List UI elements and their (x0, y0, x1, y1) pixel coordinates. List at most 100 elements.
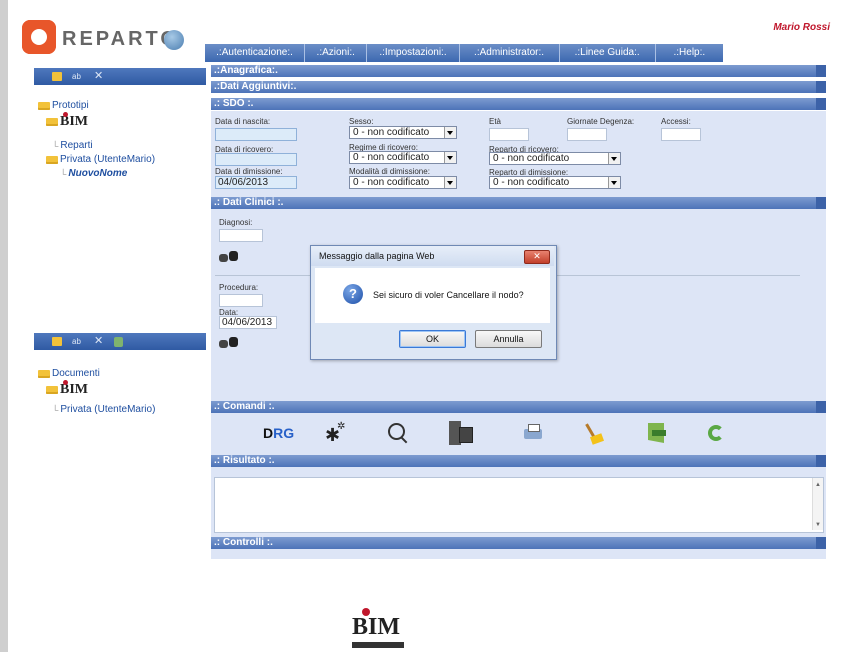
label-eta: Età (489, 117, 502, 126)
tree-node-bim[interactable]: BIM (46, 380, 88, 398)
tree-label: Privata (UtenteMario) (60, 154, 156, 165)
tree-node-privata[interactable]: └ Privata (UtenteMario) (52, 404, 155, 415)
folder-icon (46, 386, 58, 394)
search-icon[interactable] (386, 421, 410, 445)
giornate-field[interactable] (567, 128, 607, 141)
data-nascita-field[interactable] (215, 128, 297, 141)
folder-icon (38, 369, 50, 378)
delete-icon[interactable]: ✕ (94, 336, 104, 347)
tree-connector: └ (52, 140, 59, 151)
delete-icon[interactable]: ✕ (94, 71, 104, 82)
footer-logo-text: BIM (352, 614, 400, 640)
data-ricovero-field[interactable] (215, 153, 297, 166)
modalita-select[interactable]: 0 - non codificato (349, 176, 457, 189)
chevron-down-icon (608, 177, 620, 188)
tree-node-nuovonome[interactable]: └ NuovoNome (60, 168, 127, 179)
confirm-dialog: Messaggio dalla pagina Web ✕ ? Sei sicur… (310, 245, 557, 360)
menu-administrator[interactable]: .:Administrator:. (460, 44, 560, 62)
drg-icon[interactable]: DRG (263, 421, 294, 445)
section-dati-clinici[interactable]: .: Dati Clinici :. (211, 197, 826, 209)
section-risultato[interactable]: .: Risultato :. (211, 455, 826, 467)
dialog-body: ? Sei sicuro di voler Cancellare il nodo… (315, 268, 550, 323)
comandi-panel: DRG (211, 413, 826, 455)
section-comandi[interactable]: .: Comandi :. (211, 401, 826, 413)
database-icon[interactable] (449, 421, 473, 445)
question-icon: ? (343, 284, 363, 304)
tree-node-prototipi[interactable]: Prototipi (38, 100, 89, 111)
tree-node-bim[interactable]: BIM (46, 112, 88, 130)
tree-node-documenti[interactable]: Documenti (38, 368, 100, 379)
chevron-down-icon (444, 177, 456, 188)
dialog-message: Sei sicuro di voler Cancellare il nodo? (373, 290, 524, 300)
close-icon[interactable]: ✕ (524, 250, 550, 264)
tree-label: Privata (UtenteMario) (60, 404, 156, 415)
label-accessi: Accessi: (661, 117, 691, 126)
reparto-dimissione-select[interactable]: 0 - non codificato (489, 176, 621, 189)
risultato-panel: ▲ ▼ (211, 467, 826, 537)
globe-icon (164, 30, 184, 50)
sesso-select[interactable]: 0 - non codificato (349, 126, 457, 139)
user-name[interactable]: Mario Rossi (773, 22, 830, 33)
footer-bim-logo: BIM (352, 608, 412, 648)
menu-linee-guida[interactable]: .:Linee Guida:. (560, 44, 656, 62)
cancel-button[interactable]: Annulla (475, 330, 542, 348)
ok-button[interactable]: OK (399, 330, 466, 348)
folder-icon[interactable] (52, 72, 62, 81)
menu-autenticazione[interactable]: .:Autenticazione:. (205, 44, 306, 62)
procedura-field[interactable] (219, 294, 263, 307)
tree-label: Reparti (60, 140, 93, 151)
scroll-up-icon[interactable]: ▲ (815, 482, 821, 488)
gear-icon[interactable] (325, 421, 349, 446)
tree-node-privata[interactable]: Privata (UtenteMario) (46, 154, 155, 165)
logo-mark (22, 20, 56, 54)
exit-icon[interactable] (646, 421, 670, 445)
label-data-nascita: Data di nascita: (215, 117, 271, 126)
chevron-down-icon (608, 153, 620, 164)
label-diagnosi: Diagnosi: (219, 218, 253, 227)
section-sdo[interactable]: .: SDO :. (211, 98, 826, 110)
broom-icon[interactable] (583, 421, 607, 445)
eta-field[interactable] (489, 128, 529, 141)
regime-select[interactable]: 0 - non codificato (349, 151, 457, 164)
print-icon[interactable] (521, 421, 545, 445)
tree-icon[interactable] (114, 336, 123, 347)
binoculars-icon[interactable] (219, 251, 241, 263)
sdo-panel: Data di nascita: Sesso: 0 - non codifica… (211, 111, 826, 197)
tree-connector: └ (60, 168, 67, 179)
tree-node-reparti[interactable]: └ Reparti (52, 140, 93, 151)
folder-icon (46, 155, 58, 164)
menu-impostazioni[interactable]: .:Impostazioni:. (367, 44, 460, 62)
dialog-title: Messaggio dalla pagina Web (311, 246, 554, 266)
scroll-down-icon[interactable]: ▼ (815, 522, 821, 528)
data-field[interactable]: 04/06/2013 (219, 316, 277, 329)
result-textarea[interactable]: ▲ ▼ (214, 477, 824, 533)
section-anagrafica[interactable]: .:Anagrafica:. (211, 65, 826, 77)
rename-icon[interactable]: ab (72, 72, 84, 81)
section-dati-aggiuntivi[interactable]: .:Dati Aggiuntivi:. (211, 81, 826, 93)
tree-connector: └ (52, 404, 59, 415)
reparto-ricovero-select[interactable]: 0 - non codificato (489, 152, 621, 165)
data-dimissione-field[interactable]: 04/06/2013 (215, 176, 297, 189)
binoculars-icon[interactable] (219, 337, 241, 349)
folder-icon[interactable] (52, 337, 62, 346)
accessi-field[interactable] (661, 128, 701, 141)
refresh-icon[interactable] (705, 421, 729, 445)
diagnosi-field[interactable] (219, 229, 263, 242)
chevron-down-icon (444, 127, 456, 138)
logo-text: REPARTO (62, 28, 179, 50)
tree-toolbar-2: ab ✕ (34, 333, 206, 350)
menu-azioni[interactable]: .:Azioni:. (305, 44, 368, 62)
label-giornate: Giornate Degenza: (567, 117, 635, 126)
tree-label: Documenti (52, 368, 100, 379)
menu-help[interactable]: .:Help:. (656, 44, 723, 62)
section-controlli[interactable]: .: Controlli :. (211, 537, 826, 549)
scrollbar[interactable]: ▲ ▼ (812, 478, 823, 530)
tree-label: Prototipi (52, 100, 89, 111)
label-procedura: Procedura: (219, 283, 259, 292)
rename-icon[interactable]: ab (72, 337, 84, 346)
label-modalita: Modalità di dimissione: (349, 167, 430, 176)
bim-logo: BIM (60, 380, 88, 397)
left-rail (0, 0, 8, 652)
label-data-dimissione: Data di dimissione: (215, 167, 283, 176)
bim-logo: BIM (60, 112, 88, 129)
